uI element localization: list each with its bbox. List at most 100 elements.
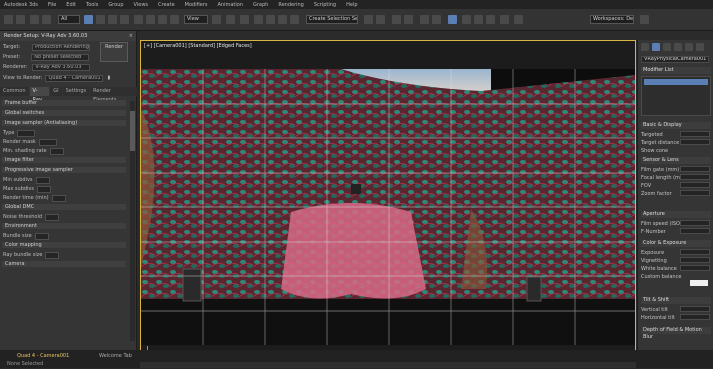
min-subdivs-field[interactable] bbox=[35, 176, 50, 184]
renderer-dropdown[interactable]: V-Ray Adv 3.60.03 bbox=[32, 63, 91, 71]
zoom-factor-field[interactable] bbox=[680, 190, 710, 196]
section-basic-display[interactable]: Basic & Display bbox=[641, 122, 711, 129]
rotate-icon[interactable] bbox=[146, 15, 155, 24]
select-manipulate-icon[interactable] bbox=[226, 15, 235, 24]
f-number-field[interactable] bbox=[680, 228, 710, 234]
noise-threshold-field[interactable] bbox=[45, 213, 60, 221]
selection-filter-dropdown[interactable]: All bbox=[58, 15, 80, 24]
vray-icon[interactable] bbox=[514, 15, 523, 24]
exposure-dropdown[interactable] bbox=[680, 249, 710, 255]
menu-edit[interactable]: Edit bbox=[66, 2, 76, 8]
motion-tab-icon[interactable] bbox=[674, 43, 682, 51]
menu-views[interactable]: Views bbox=[134, 2, 148, 8]
rollout-camera[interactable]: Camera bbox=[2, 261, 126, 267]
film-gate-field[interactable] bbox=[680, 166, 710, 172]
percent-snap-icon[interactable] bbox=[278, 15, 287, 24]
render-iterative-icon[interactable] bbox=[500, 15, 509, 24]
rect-select-icon[interactable] bbox=[108, 15, 117, 24]
tab-vray[interactable]: V-Ray bbox=[29, 87, 50, 103]
type-field[interactable] bbox=[17, 129, 36, 137]
viewport-tab-welcome[interactable]: Welcome Tab bbox=[96, 352, 135, 361]
render-button[interactable]: Render bbox=[100, 42, 128, 62]
rollout-frame-buffer[interactable]: Frame buffer bbox=[2, 100, 126, 106]
scrollbar-thumb[interactable] bbox=[130, 111, 135, 151]
view-dropdown[interactable]: View bbox=[184, 15, 208, 24]
view-dropdown[interactable]: Quad 4 - Camera001 bbox=[45, 74, 104, 82]
modify-tab-icon[interactable] bbox=[652, 43, 660, 51]
window-crossing-icon[interactable] bbox=[120, 15, 129, 24]
mirror-icon[interactable] bbox=[364, 15, 373, 24]
ray-bundle-field[interactable] bbox=[45, 251, 60, 259]
target-dropdown[interactable]: Production Rendering Mode bbox=[32, 43, 91, 51]
tab-common[interactable]: Common bbox=[0, 87, 29, 96]
rollout-image-sampler[interactable]: Image sampler (Antialiasing) bbox=[2, 120, 126, 126]
layer-explorer-icon[interactable] bbox=[404, 15, 413, 24]
align-icon[interactable] bbox=[376, 15, 385, 24]
pivot-icon[interactable] bbox=[212, 15, 221, 24]
target-distance-field[interactable] bbox=[680, 139, 710, 145]
min-shading-field[interactable] bbox=[49, 147, 64, 155]
scene-explorer-icon[interactable] bbox=[392, 15, 401, 24]
menu-scripting[interactable]: Scripting bbox=[314, 2, 336, 8]
menu-rendering[interactable]: Rendering bbox=[278, 2, 304, 8]
select-by-name-icon[interactable] bbox=[96, 15, 105, 24]
menu-help[interactable]: Help bbox=[346, 2, 357, 8]
focal-length-field[interactable] bbox=[680, 174, 710, 180]
rollout-progressive[interactable]: Progressive image sampler bbox=[2, 167, 126, 173]
material-editor-icon[interactable] bbox=[448, 15, 457, 24]
viewport-label[interactable]: [+] [Camera001] [Standard] [Edged Faces] bbox=[144, 43, 252, 49]
redo-icon[interactable] bbox=[16, 15, 25, 24]
fov-field[interactable] bbox=[680, 182, 710, 188]
section-color-exposure[interactable]: Color & Exposure bbox=[641, 240, 711, 247]
preset-dropdown[interactable]: No preset selected bbox=[31, 53, 90, 61]
modifier-stack[interactable] bbox=[641, 76, 711, 116]
hierarchy-tab-icon[interactable] bbox=[663, 43, 671, 51]
modifier-stack-item[interactable] bbox=[644, 79, 708, 85]
vertical-tilt-field[interactable] bbox=[680, 306, 710, 312]
section-dof-motion-blur[interactable]: Depth of Field & Motion Blur bbox=[641, 327, 711, 340]
render-setup-scrollbar[interactable] bbox=[130, 101, 135, 341]
horizontal-tilt-field[interactable] bbox=[680, 314, 710, 320]
keyboard-shortcut-icon[interactable] bbox=[240, 15, 249, 24]
rendered-frame-window-icon[interactable] bbox=[474, 15, 483, 24]
custom-balance-swatch[interactable] bbox=[690, 280, 708, 286]
modifier-list-dropdown[interactable]: Modifier List bbox=[641, 67, 711, 74]
move-icon[interactable] bbox=[134, 15, 143, 24]
snap-toggle-icon[interactable] bbox=[254, 15, 263, 24]
place-icon[interactable] bbox=[170, 15, 179, 24]
section-sensor-lens[interactable]: Sensor & Lens bbox=[641, 157, 711, 164]
targeted-checkbox[interactable] bbox=[680, 131, 710, 137]
menu-animation[interactable]: Animation bbox=[217, 2, 243, 8]
rollout-environment[interactable]: Environment bbox=[2, 223, 126, 229]
render-production-icon[interactable] bbox=[486, 15, 495, 24]
render-mask-field[interactable] bbox=[38, 138, 57, 146]
schematic-view-icon[interactable] bbox=[432, 15, 441, 24]
render-time-field[interactable] bbox=[51, 194, 66, 202]
white-balance-dropdown[interactable] bbox=[680, 265, 710, 271]
vignetting-field[interactable] bbox=[680, 257, 710, 263]
film-speed-field[interactable] bbox=[680, 220, 710, 226]
timeline-slider[interactable] bbox=[140, 362, 636, 368]
scale-icon[interactable] bbox=[158, 15, 167, 24]
display-tab-icon[interactable] bbox=[685, 43, 693, 51]
camera-viewport[interactable]: [+] [Camera001] [Standard] [Edged Faces] bbox=[140, 40, 636, 362]
curve-editor-icon[interactable] bbox=[420, 15, 429, 24]
tab-gi[interactable]: GI bbox=[50, 87, 62, 96]
select-object-icon[interactable] bbox=[84, 15, 93, 24]
max-subdivs-field[interactable] bbox=[37, 185, 52, 193]
menu-graph[interactable]: Graph bbox=[253, 2, 268, 8]
section-tilt-shift[interactable]: Tilt & Shift bbox=[641, 297, 711, 304]
section-aperture[interactable]: Aperture bbox=[641, 211, 711, 218]
tab-settings[interactable]: Settings bbox=[62, 87, 90, 96]
menu-modifiers[interactable]: Modifiers bbox=[185, 2, 208, 8]
workspace-dropdown[interactable]: Workspaces: Default bbox=[590, 15, 634, 24]
spinner-snap-icon[interactable] bbox=[290, 15, 299, 24]
rollout-image-filter[interactable]: Image filter bbox=[2, 157, 126, 163]
unlink-icon[interactable] bbox=[42, 15, 51, 24]
menu-create[interactable]: Create bbox=[158, 2, 175, 8]
render-setup-icon[interactable] bbox=[462, 15, 471, 24]
link-icon[interactable] bbox=[30, 15, 39, 24]
object-name-field[interactable]: VRayPhysicalCamera001 bbox=[641, 56, 709, 63]
close-icon[interactable]: × bbox=[129, 31, 133, 41]
undo-icon[interactable] bbox=[4, 15, 13, 24]
